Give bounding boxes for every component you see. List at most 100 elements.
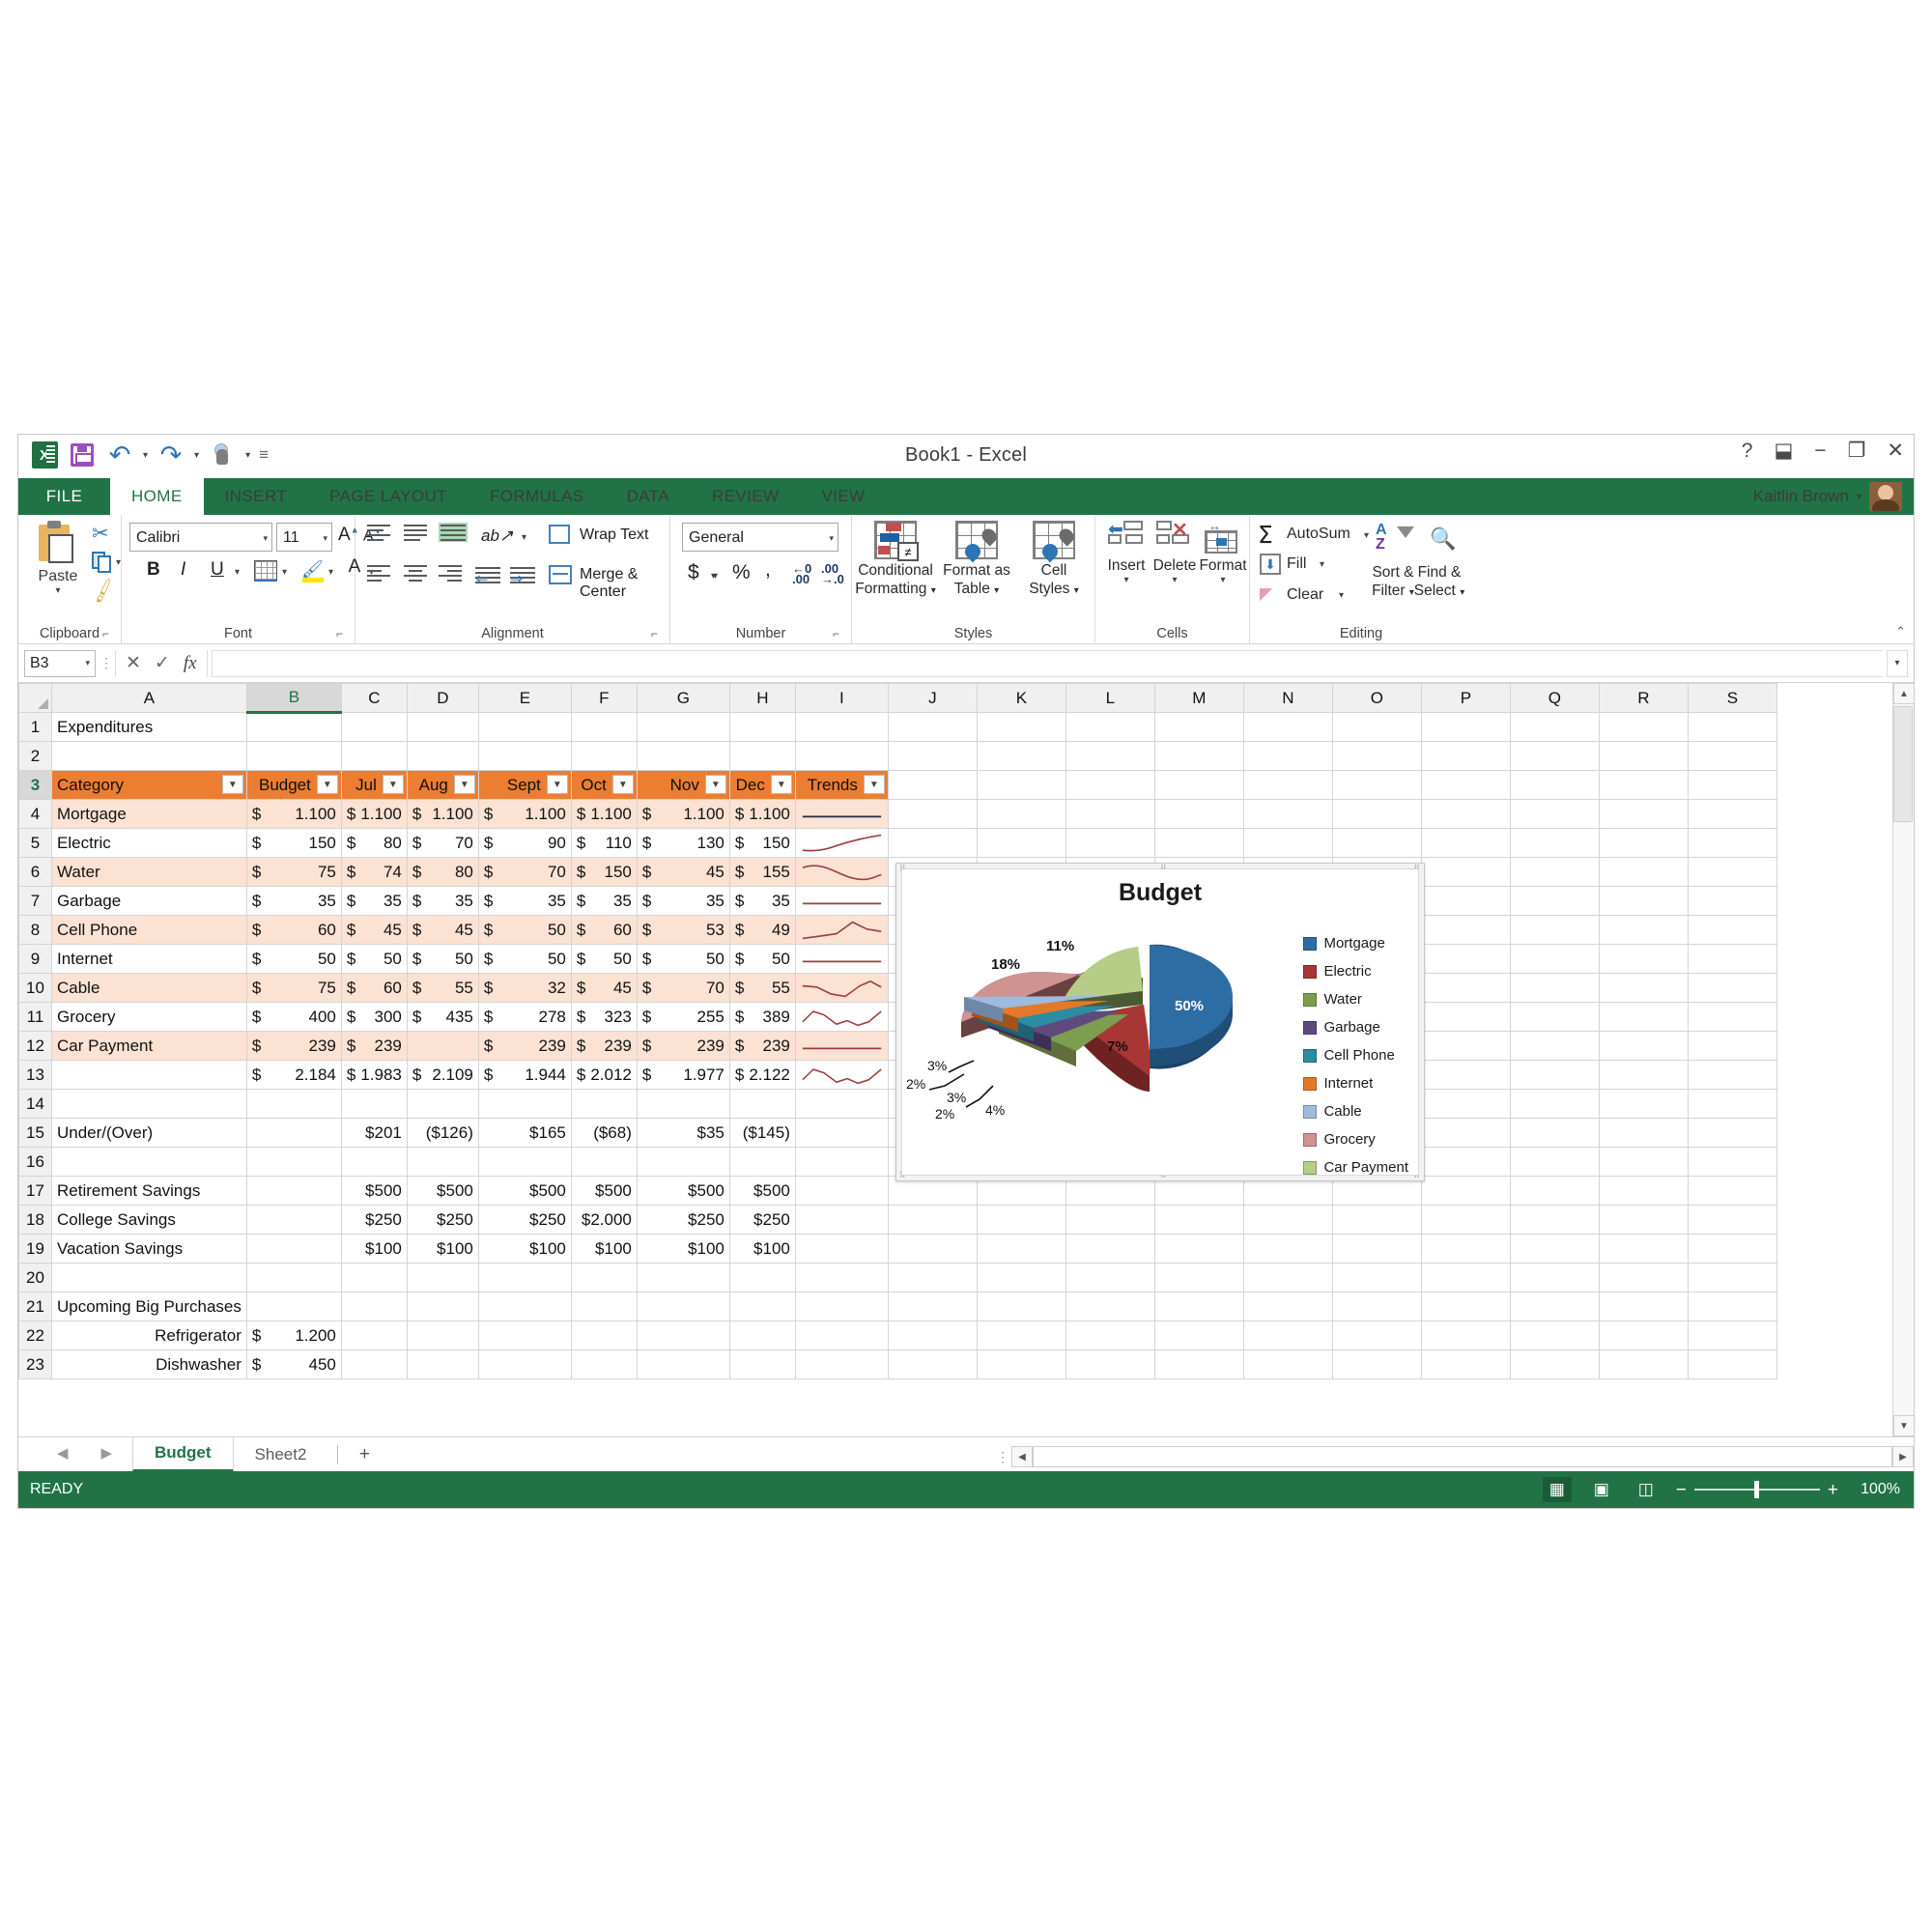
horizontal-scrollbar[interactable]: ◀ ▶ [1011,1446,1914,1467]
cell-empty[interactable] [1687,1089,1777,1119]
column-header-K[interactable]: K [976,683,1066,713]
name-box[interactable]: B3 ▾ [24,649,96,677]
cell-empty[interactable] [1509,1176,1600,1206]
cell-empty[interactable] [728,1292,796,1321]
cell-empty[interactable] [1598,1031,1689,1061]
cell-trend[interactable] [794,799,889,829]
paste-button[interactable]: Paste ▾ [28,521,88,596]
cell-empty[interactable] [1598,944,1689,974]
cell-empty[interactable] [1242,1205,1333,1235]
cell-trend[interactable] [794,857,889,887]
cell-empty[interactable] [1687,799,1777,829]
cell-empty[interactable] [794,1321,889,1350]
cell-empty[interactable] [1420,799,1511,829]
column-header-M[interactable]: M [1153,683,1244,713]
cell-empty[interactable] [1420,857,1511,887]
cell-currency[interactable]: $2.109 [406,1060,479,1090]
normal-view-icon[interactable]: ▦ [1542,1477,1572,1502]
cell-empty[interactable] [794,1234,889,1264]
column-header-P[interactable]: P [1420,683,1511,713]
cell-empty[interactable] [477,1263,572,1293]
cell-savings-label[interactable]: Retirement Savings [51,1176,247,1206]
cell-savings-nov[interactable]: $100 [636,1234,730,1264]
cell-empty[interactable] [1420,973,1511,1003]
cell-empty[interactable] [1420,828,1511,858]
column-header-C[interactable]: C [340,683,408,713]
cell-empty[interactable] [636,741,730,771]
cell-currency[interactable]: $45 [406,915,479,945]
cell-styles-button[interactable]: Cell Styles ▾ [1012,521,1095,600]
tab-data[interactable]: DATA [606,478,691,515]
cell-empty[interactable] [636,1147,730,1177]
orientation-icon[interactable]: ab↗ [481,526,513,546]
cell-empty[interactable] [1331,1321,1422,1350]
cell-empty[interactable] [1242,712,1333,742]
user-account[interactable]: Kaitlin Brown ▾ [1753,482,1902,511]
cell-savings-jul[interactable]: $500 [340,1176,408,1206]
table-header-aug[interactable]: Aug ▼ [406,770,479,800]
worksheet-grid[interactable]: A B C D E F G H I J K L M N O P Q R S 1 Expenditures 2 3 Catego… [18,683,1914,1436]
cell-empty[interactable] [1598,1118,1689,1148]
cell-currency[interactable]: $2.184 [245,1060,342,1090]
cell-empty[interactable] [1509,1263,1600,1293]
cell-empty[interactable] [1687,1002,1777,1032]
cell-empty[interactable] [976,1263,1066,1293]
cell-empty[interactable] [1598,741,1689,771]
paste-dropdown-icon[interactable]: ▾ [28,585,88,596]
cell-currency[interactable]: $110 [570,828,638,858]
cell-empty[interactable] [245,712,342,742]
cell-empty[interactable] [1598,1350,1689,1379]
cell-currency[interactable]: $55 [406,973,479,1003]
cell-currency[interactable]: $60 [340,973,408,1003]
row-header-8[interactable]: 8 [18,915,52,945]
borders-dropdown-icon[interactable]: ▾ [282,567,287,578]
new-sheet-button[interactable]: + [348,1438,381,1471]
font-name-input[interactable]: Calibri ▾ [129,523,272,552]
font-dialog-launcher[interactable]: ⌐ [336,627,349,640]
row-header-9[interactable]: 9 [18,944,52,974]
cell-empty[interactable] [794,1205,889,1235]
scroll-up-button[interactable]: ▲ [1893,683,1914,704]
cell-empty[interactable] [1153,1263,1244,1293]
cell-savings-oct[interactable]: $2.000 [570,1205,638,1235]
filter-dropdown-icon[interactable]: ▼ [316,775,338,794]
cell-currency[interactable]: $239 [570,1031,638,1061]
tab-formulas[interactable]: FORMULAS [469,478,606,515]
row-header-7[interactable]: 7 [18,886,52,916]
align-bottom-icon[interactable] [439,523,468,542]
fill-button[interactable]: Fill [1287,555,1306,573]
delete-dropdown-icon[interactable]: ▾ [1150,575,1200,585]
cell-savings-jul[interactable]: $250 [340,1205,408,1235]
scroll-down-button[interactable]: ▼ [1893,1415,1914,1436]
cell-trend[interactable] [794,828,889,858]
cell-currency[interactable]: $50 [728,944,796,974]
cell-empty[interactable] [570,712,638,742]
cell-empty[interactable] [976,1205,1066,1235]
column-header-N[interactable]: N [1242,683,1333,713]
cell-empty[interactable] [794,1118,889,1148]
tab-view[interactable]: VIEW [800,478,886,515]
cell-savings-sept[interactable]: $500 [477,1176,572,1206]
cell-empty[interactable] [1598,1321,1689,1350]
cell-empty[interactable] [340,1350,408,1379]
cell-empty[interactable] [1420,712,1511,742]
filter-dropdown-icon[interactable]: ▼ [382,775,404,794]
cell-savings-label[interactable]: College Savings [51,1205,247,1235]
cell-empty[interactable] [1420,1350,1511,1379]
delete-cells-button[interactable]: ✕ Delete ▾ [1150,520,1200,585]
cell-empty[interactable] [1687,1292,1777,1321]
cell-empty[interactable] [1420,741,1511,771]
cell-empty[interactable] [636,712,730,742]
fill-color-dropdown-icon[interactable]: ▾ [328,567,333,578]
cell-empty[interactable] [1420,770,1511,800]
cell-empty[interactable] [1509,828,1600,858]
table-header-nov[interactable]: Nov ▼ [636,770,730,800]
filter-dropdown-icon[interactable]: ▼ [611,775,634,794]
column-header-I[interactable]: I [794,683,889,713]
cell-empty[interactable] [51,1089,247,1119]
cell-empty[interactable] [340,741,408,771]
copy-button[interactable]: ▾ [92,548,121,577]
fill-dropdown-icon[interactable]: ▾ [1320,559,1324,570]
cell-empty[interactable] [1065,1205,1155,1235]
cell-empty[interactable] [1509,1234,1600,1264]
